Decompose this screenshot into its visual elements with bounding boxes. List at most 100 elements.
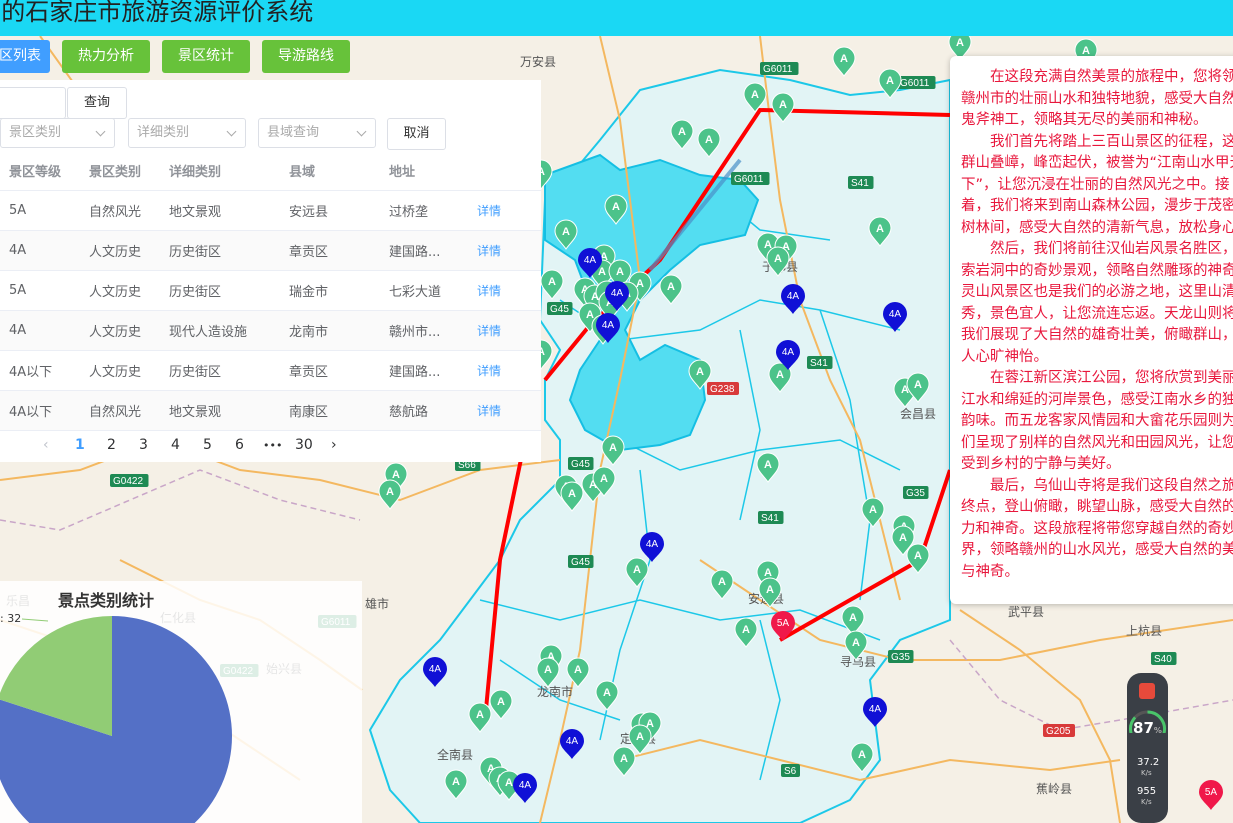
cell-county: 南康区 <box>289 390 389 431</box>
county-placeholder: 县域查询 <box>267 125 320 140</box>
detail-select[interactable]: 详细类别 <box>128 118 246 148</box>
memory-score: 87% <box>1127 719 1168 737</box>
svg-text:G6011: G6011 <box>763 64 793 75</box>
detail-link[interactable]: 详情 <box>477 284 501 298</box>
score-value: 87 <box>1133 719 1154 737</box>
svg-text:A: A <box>899 532 907 544</box>
detail-link[interactable]: 详情 <box>477 364 501 378</box>
page-5[interactable]: 5 <box>203 437 212 453</box>
svg-text:A: A <box>633 564 641 576</box>
cell-category: 自然风光 <box>89 190 169 231</box>
svg-text:A: A <box>600 473 608 485</box>
cell-level: 4A以下 <box>0 390 89 431</box>
page-2[interactable]: 2 <box>107 437 116 453</box>
table-row[interactable]: 4A以下 人文历史 历史街区 章贡区 建国路... 详情 <box>0 350 541 391</box>
cell-level: 5A <box>0 270 89 311</box>
svg-text:A: A <box>598 266 606 278</box>
page-6[interactable]: 6 <box>235 437 244 453</box>
detail-link[interactable]: 详情 <box>477 244 501 258</box>
route-paragraph: 我们首先将踏上三百山景区的征程，这里群山叠嶂，峰峦起伏，被誉为“江南山水甲天下”… <box>961 133 1233 236</box>
svg-text:A: A <box>914 550 922 562</box>
table-row[interactable]: 4A 人文历史 现代人造设施 龙南市 赣州市... 详情 <box>0 310 541 351</box>
page-30[interactable]: 30 <box>295 437 313 453</box>
cell-category: 人文历史 <box>89 310 169 351</box>
svg-text:A: A <box>705 134 713 146</box>
svg-text:G45: G45 <box>571 557 590 568</box>
table-header-row: 景区等级 景区类别 详细类别 县域 地址 <box>0 150 541 191</box>
svg-text:A: A <box>876 223 884 235</box>
chevron-down-icon <box>226 126 237 137</box>
svg-text:4A: 4A <box>889 309 902 320</box>
svg-text:4A: 4A <box>869 704 882 715</box>
scenic-stats-button[interactable]: 景区统计 <box>162 40 250 73</box>
network-speed-widget[interactable]: 87% 37.2 K/s 955 K/s <box>1127 673 1168 823</box>
svg-text:S41: S41 <box>851 178 869 189</box>
col-category: 景区类别 <box>89 150 169 191</box>
shield-icon <box>1139 683 1155 699</box>
query-button[interactable]: 查询 <box>67 87 127 119</box>
svg-text:A: A <box>869 504 877 516</box>
svg-text:A: A <box>548 276 556 288</box>
svg-text:4A: 4A <box>611 288 624 299</box>
svg-text:A: A <box>849 612 857 624</box>
table-row[interactable]: 5A 人文历史 历史街区 瑞金市 七彩大道 详情 <box>0 270 541 311</box>
svg-text:A: A <box>774 253 782 265</box>
category-select[interactable]: 景区类别 <box>0 118 115 148</box>
cell-address: 建国路... <box>389 350 477 391</box>
svg-text:A: A <box>505 777 513 789</box>
chevron-down-icon <box>356 126 367 137</box>
cell-detail: 现代人造设施 <box>169 310 289 351</box>
heat-analysis-button[interactable]: 热力分析 <box>62 40 150 73</box>
svg-text:4A: 4A <box>584 255 597 266</box>
road-shield: S40 <box>1151 652 1177 665</box>
table-row[interactable]: 4A 人文历史 历史街区 章贡区 建国路... 详情 <box>0 230 541 271</box>
detail-link[interactable]: 详情 <box>477 324 501 338</box>
svg-text:G6011: G6011 <box>734 174 764 185</box>
svg-text:A: A <box>764 567 772 579</box>
svg-text:S40: S40 <box>1154 654 1172 665</box>
svg-text:A: A <box>544 664 552 676</box>
scenic-list-button[interactable]: 区列表 <box>0 40 50 73</box>
page-4[interactable]: 4 <box>171 437 180 453</box>
prev-page-icon[interactable]: ‹ <box>43 437 49 453</box>
svg-text:G6011: G6011 <box>900 78 930 89</box>
svg-text:A: A <box>636 731 644 743</box>
tour-route-button[interactable]: 导游路线 <box>262 40 350 73</box>
svg-text:A: A <box>603 687 611 699</box>
svg-text:A: A <box>386 486 394 498</box>
svg-text:A: A <box>764 459 772 471</box>
svg-text:A: A <box>858 749 866 761</box>
svg-text:A: A <box>452 776 460 788</box>
table-row[interactable]: 5A 自然风光 地文景观 安远县 过桥垄 详情 <box>0 190 541 231</box>
cell-address: 七彩大道 <box>389 270 477 311</box>
cell-detail: 地文景观 <box>169 190 289 231</box>
road-shield: S6 <box>781 764 800 777</box>
cancel-button[interactable]: 取消 <box>387 118 446 150</box>
scenic-table: 景区等级 景区类别 详细类别 县域 地址 5A 自然风光 地文景观 安远县 过桥… <box>0 150 541 431</box>
col-county: 县域 <box>289 150 389 191</box>
road-shield: G45 <box>568 457 594 470</box>
svg-text:A: A <box>956 37 964 49</box>
svg-text:A: A <box>616 266 624 278</box>
cell-category: 人文历史 <box>89 270 169 311</box>
detail-link[interactable]: 详情 <box>477 204 501 218</box>
cell-level: 4A以下 <box>0 350 89 391</box>
road-shield: G205 <box>1043 724 1075 737</box>
svg-text:A: A <box>476 709 484 721</box>
page-3[interactable]: 3 <box>139 437 148 453</box>
svg-text:A: A <box>620 753 628 765</box>
more-pages-icon[interactable]: ••• <box>263 439 282 452</box>
svg-text:A: A <box>696 366 704 378</box>
page-1[interactable]: 1 <box>75 437 85 453</box>
cell-address: 慈航路 <box>389 390 477 431</box>
table-row[interactable]: 4A以下 自然风光 地文景观 南康区 慈航路 详情 <box>0 390 541 431</box>
place-label: 武平县 <box>1008 605 1044 619</box>
search-input[interactable] <box>0 87 66 119</box>
upload-unit: K/s <box>1141 769 1152 777</box>
county-select[interactable]: 县域查询 <box>258 118 376 148</box>
next-page-icon[interactable]: › <box>331 437 337 453</box>
place-label: 上杭县 <box>1126 623 1162 638</box>
detail-link[interactable]: 详情 <box>477 404 501 418</box>
download-unit: K/s <box>1141 798 1152 806</box>
svg-text:A: A <box>574 664 582 676</box>
